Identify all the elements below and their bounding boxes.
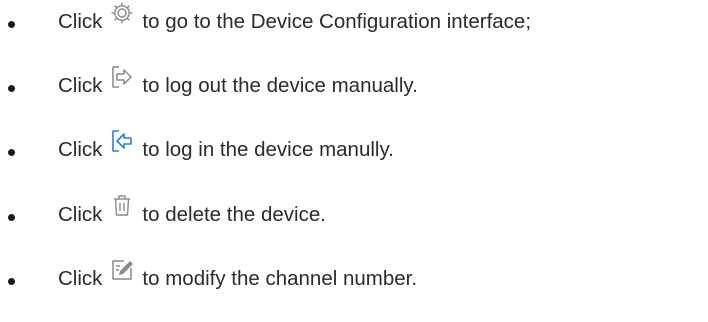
list-item-description: to modify the channel number. xyxy=(142,267,418,290)
list-item-description: to log out the device manually. xyxy=(142,74,418,97)
login-icon[interactable] xyxy=(110,128,134,154)
bullet xyxy=(8,149,15,156)
bullet xyxy=(8,278,15,285)
edit-channel-icon[interactable] xyxy=(110,257,134,283)
list-item-logout: Click to log out the device manually. xyxy=(0,66,708,106)
list-item-text: Click to log in the device manully. xyxy=(58,130,394,170)
list-item-modify-channel: Click to modify the channel number. xyxy=(0,259,708,299)
instruction-list: Click to go to the Device Configuration … xyxy=(0,0,708,322)
list-item-text: Click to log out the device manually. xyxy=(58,66,418,106)
bullet xyxy=(8,214,15,221)
list-item-delete: Click to delete the device. xyxy=(0,195,708,235)
list-item-text: Click to delete the device. xyxy=(58,195,326,235)
bullet xyxy=(8,85,15,92)
bullet xyxy=(8,21,15,28)
click-word: Click xyxy=(58,203,103,226)
list-item-description: to go to the Device Configuration interf… xyxy=(142,10,532,33)
logout-icon[interactable] xyxy=(110,64,134,90)
click-word: Click xyxy=(58,10,103,33)
list-item-configure: Click to go to the Device Configuration … xyxy=(0,2,708,42)
gear-icon[interactable] xyxy=(110,0,134,26)
list-item-text: Click to modify the channel number. xyxy=(58,259,417,299)
click-word: Click xyxy=(58,267,103,290)
click-word: Click xyxy=(58,138,103,161)
trash-icon[interactable] xyxy=(110,193,134,219)
list-item-text: Click to go to the Device Configuration … xyxy=(58,2,531,42)
click-word: Click xyxy=(58,74,103,97)
list-item-login: Click to log in the device manully. xyxy=(0,130,708,170)
list-item-description: to delete the device. xyxy=(142,203,326,226)
list-item-description: to log in the device manully. xyxy=(142,138,394,161)
